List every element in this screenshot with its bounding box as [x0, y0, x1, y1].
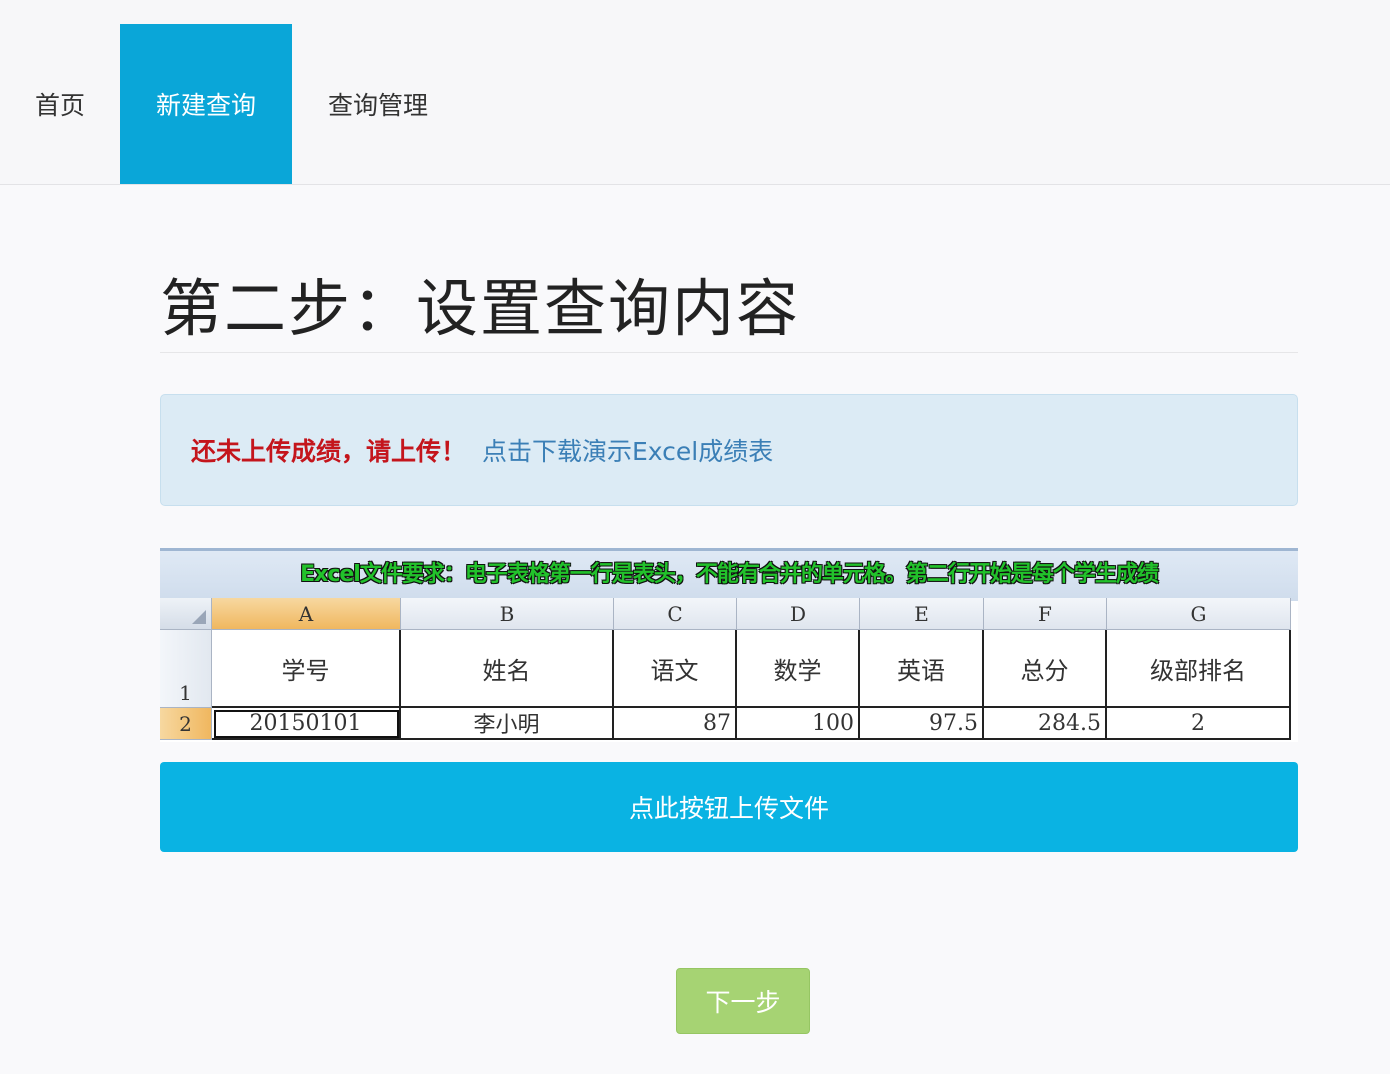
excel-header-cell: 总分	[984, 630, 1107, 708]
top-nav: 首页 新建查询 查询管理	[0, 0, 1390, 185]
excel-header-cell: 级部排名	[1107, 630, 1291, 708]
excel-header-cell: 语文	[614, 630, 737, 708]
excel-data-cell: 97.5	[860, 708, 984, 740]
nav-item-query-management[interactable]: 查询管理	[292, 24, 464, 184]
nav-item-home[interactable]: 首页	[0, 24, 120, 184]
excel-header-cell: 姓名	[401, 630, 614, 708]
excel-data-cell: 284.5	[984, 708, 1107, 740]
excel-col-header: G	[1107, 598, 1291, 630]
nav-item-new-query[interactable]: 新建查询	[120, 24, 292, 184]
excel-col-header: A	[212, 598, 401, 630]
excel-col-header: F	[984, 598, 1107, 630]
excel-demo-image: Excel文件要求：电子表格第一行是表头，不能有合并的单元格。第二行开始是每个学…	[160, 548, 1298, 742]
page-title: 第二步：设置查询内容	[160, 272, 801, 345]
title-divider	[160, 352, 1298, 353]
excel-data-cell: 2	[1107, 708, 1291, 740]
excel-col-header: D	[737, 598, 860, 630]
alert-warning-text: 还未上传成绩，请上传！	[191, 437, 467, 466]
excel-data-cell: 李小明	[401, 708, 614, 740]
next-step-button[interactable]: 下一步	[676, 968, 810, 1034]
excel-header-cell: 数学	[737, 630, 860, 708]
excel-header-cell: 学号	[212, 630, 401, 708]
excel-row-header: 2	[160, 708, 212, 740]
excel-requirement-note: Excel文件要求：电子表格第一行是表头，不能有合并的单元格。第二行开始是每个学…	[300, 562, 1159, 587]
upload-file-button[interactable]: 点此按钮上传文件	[160, 762, 1298, 852]
excel-select-all-corner	[160, 598, 212, 630]
excel-header-cell: 英语	[860, 630, 984, 708]
download-demo-link[interactable]: 点击下载演示Excel成绩表	[482, 432, 773, 468]
excel-data-cell: 87	[614, 708, 737, 740]
upload-alert: 还未上传成绩，请上传！ 点击下载演示Excel成绩表	[160, 394, 1298, 506]
excel-col-header: C	[614, 598, 737, 630]
excel-data-cell: 20150101	[212, 708, 401, 740]
excel-col-header: E	[860, 598, 984, 630]
excel-row-header: 1	[160, 630, 212, 708]
excel-data-cell: 100	[737, 708, 860, 740]
excel-col-header: B	[401, 598, 614, 630]
